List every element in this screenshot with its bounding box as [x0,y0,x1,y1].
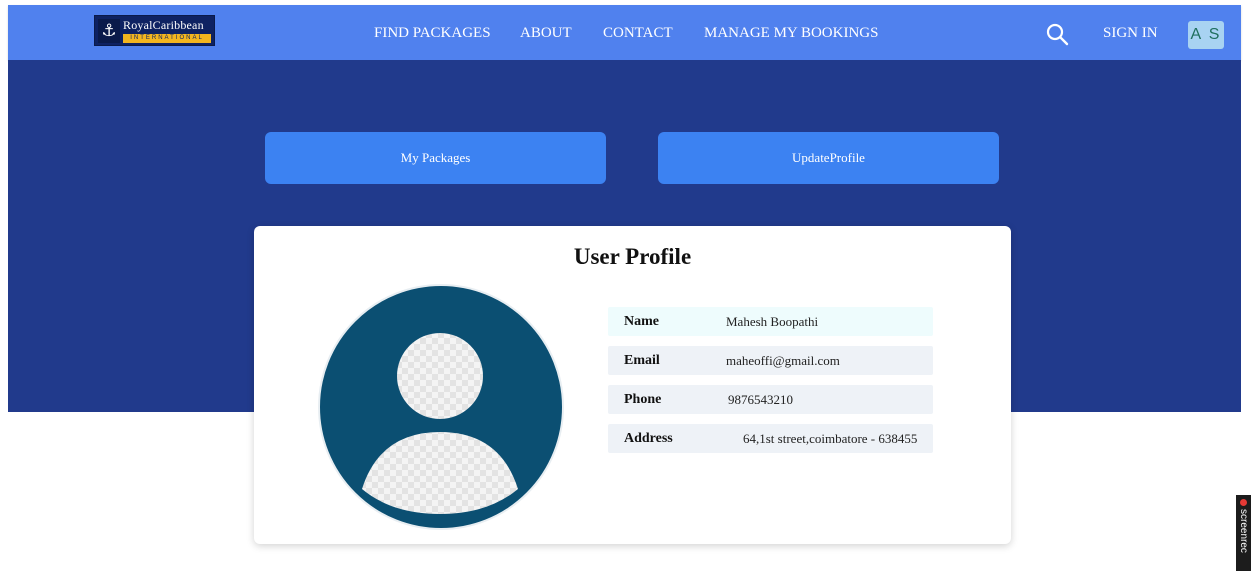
default-avatar-icon [318,284,564,530]
royal-caribbean-logo[interactable]: ⚓ RoyalCaribbean INTERNATIONAL [94,15,215,46]
update-profile-button[interactable]: UpdateProfile [658,132,999,184]
address-value: 64,1st street,coimbatore - 638455 [743,431,918,446]
email-label: Email [624,353,660,368]
nav-manage-my-bookings[interactable]: MANAGE MY BOOKINGS [704,23,878,43]
page-title: User Profile [573,244,692,269]
profile-row-address: Address 64,1st street,coimbatore - 63845… [608,424,933,453]
profile-row-phone: Phone 9876543210 [608,385,933,414]
nav-contact[interactable]: CONTACT [603,23,673,43]
nav-find-packages[interactable]: FIND PACKAGES [374,23,491,43]
top-navbar: ⚓ RoyalCaribbean INTERNATIONAL FIND PACK… [8,5,1241,60]
search-icon[interactable] [1045,22,1069,46]
record-dot-icon [1240,499,1247,506]
screenrec-label: screenrec [1238,509,1249,553]
user-profile-card: User Profile Name Mahesh Boopathi Email … [254,226,1011,544]
name-value: Mahesh Boopathi [726,314,819,329]
user-avatar-badge[interactable]: A S [1188,21,1224,49]
profile-row-email: Email maheoffi@gmail.com [608,346,933,375]
email-value: maheoffi@gmail.com [726,353,840,368]
sign-in-link[interactable]: SIGN IN [1103,23,1158,43]
name-label: Name [624,314,659,329]
logo-brand-sub: INTERNATIONAL [123,34,211,43]
address-label: Address [624,431,673,446]
profile-row-name: Name Mahesh Boopathi [608,307,933,336]
screenrec-widget[interactable]: screenrec [1236,495,1251,571]
phone-label: Phone [624,392,662,407]
phone-value: 9876543210 [728,392,793,407]
crown-anchor-icon: ⚓ [98,19,120,43]
logo-brand-name: RoyalCaribbean [123,18,204,32]
nav-about[interactable]: ABOUT [520,23,572,43]
my-packages-button[interactable]: My Packages [265,132,606,184]
